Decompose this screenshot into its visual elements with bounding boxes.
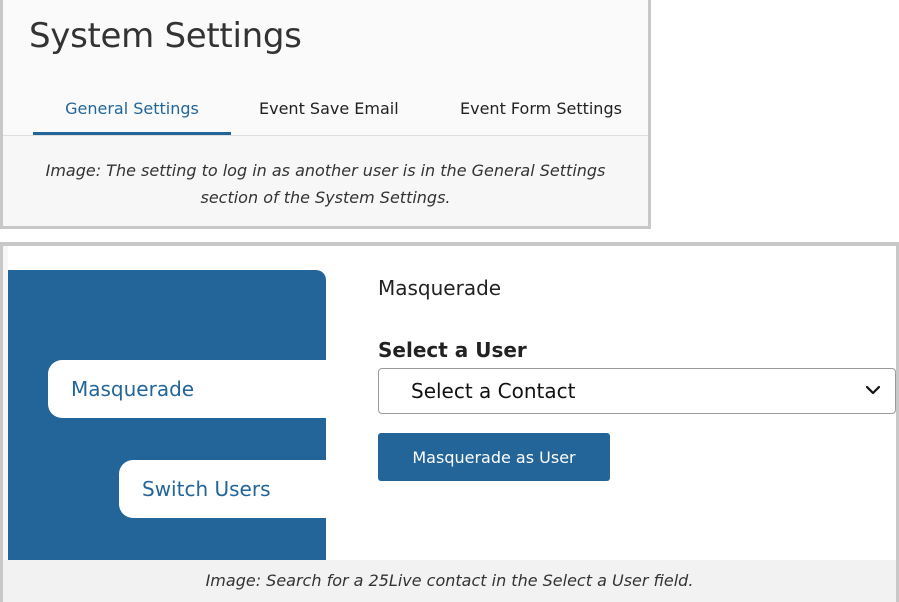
masquerade-figure: Masquerade Switch Users Masquerade Selec…: [0, 242, 899, 602]
select-user-label: Select a User: [378, 338, 527, 362]
figure-caption: Image: Search for a 25Live contact in th…: [3, 560, 896, 602]
caption-line: Image: The setting to log in as another …: [45, 161, 606, 180]
settings-tabs: General Settings Event Save Email Event …: [3, 96, 648, 135]
select-user-value: Select a Contact: [411, 379, 576, 403]
tab-event-save-email[interactable]: Event Save Email: [259, 96, 399, 132]
system-settings-screenshot: System Settings General Settings Event S…: [3, 0, 648, 136]
tab-event-form-settings[interactable]: Event Form Settings: [460, 96, 622, 132]
masquerade-as-user-button[interactable]: Masquerade as User: [378, 433, 610, 481]
select-user-dropdown[interactable]: Select a Contact: [378, 368, 896, 414]
caption-line: section of the System Settings.: [200, 188, 451, 207]
masquerade-screenshot: Masquerade Switch Users Masquerade Selec…: [8, 246, 896, 560]
panel-title: Masquerade: [378, 276, 502, 300]
figure-caption: Image: The setting to log in as another …: [3, 157, 648, 211]
system-settings-figure: System Settings General Settings Event S…: [0, 0, 651, 229]
page-title: System Settings: [29, 16, 302, 56]
chevron-down-icon: [865, 385, 881, 395]
sidebar-item-switch-users[interactable]: Switch Users: [119, 460, 329, 518]
tab-general-settings[interactable]: General Settings: [33, 96, 231, 135]
sidebar-item-masquerade[interactable]: Masquerade: [48, 360, 329, 418]
